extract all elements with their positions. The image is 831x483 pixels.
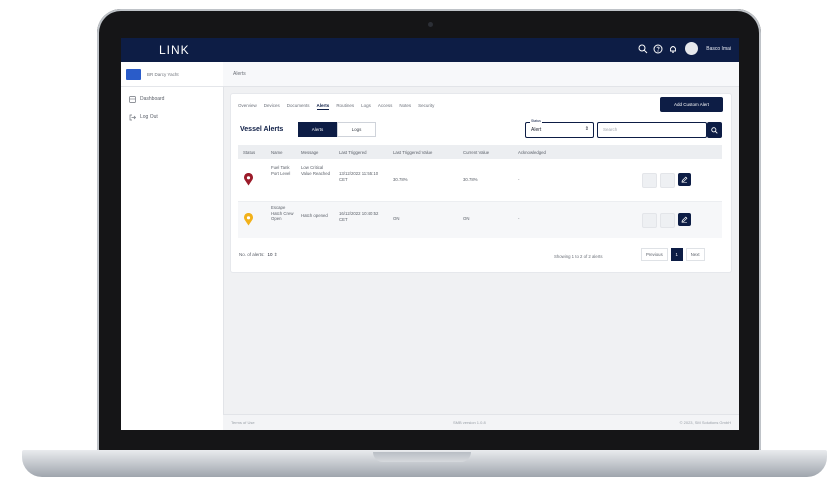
tab-notes[interactable]: Notes [399, 103, 411, 110]
warning-alert-pin-icon [244, 213, 253, 226]
alert-message: Hatch opened [301, 213, 328, 218]
tab-logs[interactable]: Logs [361, 103, 371, 110]
user-avatar[interactable] [685, 42, 699, 55]
sidebar-item-label: Log Out [140, 114, 158, 120]
terms-link[interactable]: Terms of Use [231, 420, 255, 425]
column-header[interactable]: Current Value [463, 150, 489, 155]
sidebar-item-dashboard[interactable]: Dashboard [121, 93, 223, 105]
tab-access[interactable]: Access [378, 103, 393, 110]
breadcrumb-bar: Alerts [223, 62, 739, 87]
top-bar: LINK Basco Imai [121, 38, 739, 62]
pagination: Previous 1 Next [641, 248, 705, 261]
previous-page-button[interactable]: Previous [641, 248, 668, 261]
acknowledge-button[interactable] [642, 173, 657, 188]
alert-name: Escape Hatch Crew Open [271, 205, 294, 221]
current-value: ON [463, 216, 470, 221]
critical-alert-pin-icon [244, 173, 253, 186]
current-value: 30.78% [463, 177, 478, 182]
tab-routines[interactable]: Routines [336, 103, 354, 110]
section-title: Vessel Alerts [240, 126, 284, 133]
brand-logo[interactable]: LINK [159, 43, 190, 57]
per-page-label: No. of alerts: [239, 252, 265, 257]
tab-alerts[interactable]: Alerts [316, 103, 330, 110]
dashboard-icon [129, 95, 136, 103]
page-footer: Terms of Use SMB version 1.0.8 © 2023, S… [223, 414, 739, 430]
account-logo [126, 68, 141, 80]
toggle-logs-button[interactable]: Logs [337, 122, 376, 137]
help-icon[interactable] [653, 44, 663, 54]
version-text: SMB version 1.0.8 [453, 420, 486, 425]
last-triggered-value: ON [393, 216, 400, 221]
app-screen: LINK Basco Imai BR Darcy Yacht Dashboard… [121, 38, 739, 430]
notification-bell-icon[interactable] [668, 44, 678, 54]
sidebar: BR Darcy Yacht Dashboard Log Out [121, 62, 224, 430]
search-icon [711, 126, 718, 134]
tab-security[interactable]: Security [418, 103, 434, 110]
toggle-alerts-button[interactable]: Alerts [298, 122, 337, 137]
column-header[interactable]: Last Triggered [339, 150, 366, 155]
column-header[interactable]: Message [301, 150, 318, 155]
acknowledge-button[interactable] [642, 213, 657, 228]
alerts-logs-toggle: Alerts Logs [298, 122, 376, 137]
alert-name: Fuel Tank Port Level [271, 165, 291, 176]
last-triggered: 16/12/2022 10:40:52 CET [339, 211, 379, 222]
search-input[interactable]: Search [597, 122, 707, 138]
acknowledged: - [518, 177, 520, 182]
tab-overview[interactable]: Overview [238, 103, 257, 110]
webcam [428, 22, 433, 27]
status-select-value: Alert [531, 127, 542, 133]
caret-updown-icon: ⇕ [273, 252, 278, 257]
column-header[interactable]: Acknowledged [518, 150, 546, 155]
search-placeholder: Search [603, 127, 618, 132]
logout-icon [129, 114, 136, 120]
last-triggered: 13/12/2022 11:55:10 CET [339, 171, 379, 182]
alerts-card: Overview Devices Documents Alerts Routin… [231, 94, 731, 272]
next-page-button[interactable]: Next [685, 248, 705, 261]
per-page-selector[interactable]: No. of alerts: 10 ⇕ [239, 252, 278, 258]
account-name: BR Darcy Yacht [147, 71, 179, 77]
per-page-value: 10 [267, 252, 273, 257]
tab-devices[interactable]: Devices [264, 103, 280, 110]
column-header[interactable]: Status [243, 150, 255, 155]
search-icon[interactable] [638, 44, 648, 54]
user-name[interactable]: Basco Imai [706, 46, 731, 52]
sidebar-item-label: Dashboard [140, 96, 165, 102]
laptop-notch [373, 452, 471, 462]
mute-button[interactable] [660, 213, 675, 228]
tab-documents[interactable]: Documents [287, 103, 310, 110]
breadcrumb: Alerts [233, 71, 246, 77]
edit-button[interactable] [678, 173, 691, 186]
table-header: Status Name Message Last Triggered Last … [238, 145, 722, 159]
status-select-label: Status [530, 119, 542, 123]
copyright-text: © 2023, SM Solutions GmbH [679, 420, 731, 425]
top-bar-icons: Basco Imai [638, 42, 731, 55]
sidebar-item-logout[interactable]: Log Out [121, 111, 223, 123]
sidebar-account[interactable]: BR Darcy Yacht [121, 62, 223, 87]
vessel-tabs: Overview Devices Documents Alerts Routin… [238, 103, 434, 110]
acknowledged: - [518, 216, 520, 221]
last-triggered-value: 30.78% [393, 177, 408, 182]
alert-message: Low Critical Value Reached [301, 165, 331, 176]
mute-button[interactable] [660, 173, 675, 188]
table-row[interactable]: Fuel Tank Port Level Low Critical Value … [238, 161, 722, 202]
column-header[interactable]: Last Triggered Value [393, 150, 432, 155]
caret-updown-icon: ⇕ [584, 126, 589, 132]
table-row[interactable]: Escape Hatch Crew Open Hatch opened 16/1… [238, 202, 722, 238]
edit-pencil-icon [681, 176, 688, 183]
results-summary: Showing 1 to 2 of 2 alerts [554, 254, 603, 259]
search-button[interactable] [707, 122, 722, 138]
edit-pencil-icon [681, 216, 688, 223]
add-custom-alert-button[interactable]: Add Custom Alert [660, 97, 723, 112]
status-select[interactable]: Status Alert ⇕ [525, 119, 594, 138]
page-1-button[interactable]: 1 [670, 248, 683, 261]
column-header[interactable]: Name [271, 150, 282, 155]
edit-button[interactable] [678, 213, 691, 226]
